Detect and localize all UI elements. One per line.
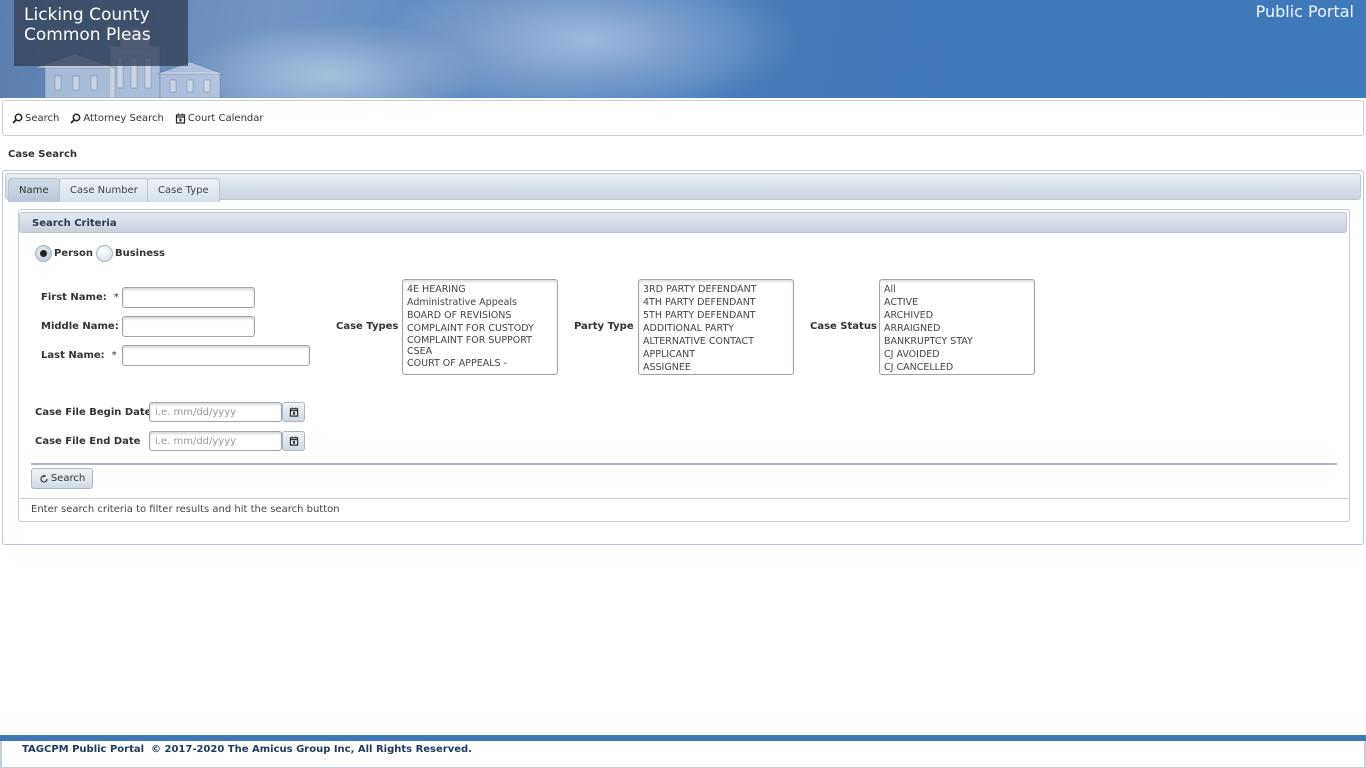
hint-divider: [19, 498, 1349, 499]
begin-date-calendar-button[interactable]: [282, 402, 305, 422]
first-name-input[interactable]: [122, 287, 255, 308]
business-radio[interactable]: [95, 245, 113, 262]
tab-case-type[interactable]: Case Type: [147, 178, 220, 202]
person-radio[interactable]: [35, 245, 52, 262]
calendar-icon: [289, 407, 298, 417]
begin-date-input[interactable]: [149, 402, 282, 422]
nav-attorney-search[interactable]: Attorney Search: [70, 113, 164, 124]
last-name-label: Last Name: *: [41, 350, 117, 361]
business-radio-label[interactable]: Business: [115, 248, 165, 259]
case-types-label: Case Types: [336, 321, 399, 332]
page-title: Case Search: [8, 149, 78, 160]
form-divider: [31, 463, 1337, 465]
person-radio-label[interactable]: Person: [54, 248, 93, 259]
court-logo[interactable]: Licking County Common Pleas: [14, 0, 188, 66]
main-nav: Search Attorney Search Court Calendar: [2, 100, 1364, 136]
last-name-input[interactable]: [122, 345, 310, 366]
party-type-option[interactable]: ALTERNATIVE CONTACT: [643, 335, 789, 348]
end-date-calendar-button[interactable]: [282, 431, 305, 451]
calendar-icon: [289, 436, 298, 446]
case-status-option[interactable]: CJ CANCELLED: [884, 361, 1030, 374]
radio-selected-dot: [40, 250, 47, 257]
case-type-option[interactable]: 4E HEARING: [407, 283, 553, 296]
search-criteria-header: Search Criteria: [19, 212, 1347, 233]
nav-search-label: Search: [25, 112, 60, 124]
party-type-label: Party Type: [574, 321, 634, 332]
end-date-label: Case File End Date: [35, 436, 141, 447]
search-button[interactable]: Search: [31, 468, 93, 489]
case-status-option[interactable]: CJ AVOIDED: [884, 348, 1030, 361]
required-marker: *: [111, 350, 117, 361]
case-type-option[interactable]: CSEA: [407, 346, 553, 357]
party-type-option[interactable]: 3RD PARTY DEFENDANT: [643, 283, 789, 296]
tab-case-number[interactable]: Case Number: [59, 178, 149, 202]
portal-title: Public Portal: [1255, 2, 1354, 21]
search-type-radio-group: Person Business: [35, 245, 165, 262]
footer: TAGCPM Public Portal © 2017-2020 The Ami…: [0, 741, 1366, 768]
party-type-option[interactable]: APPLICANT: [643, 348, 789, 361]
case-status-option[interactable]: All: [884, 283, 1030, 296]
search-icon: [12, 113, 23, 124]
end-date-input[interactable]: [149, 431, 282, 451]
case-status-listbox[interactable]: All ACTIVE ARCHIVED ARRAIGNED BANKRUPTCY…: [879, 279, 1035, 375]
calendar-icon: [175, 113, 185, 124]
search-button-label: Search: [50, 473, 86, 484]
search-hint: Enter search criteria to filter results …: [31, 504, 340, 515]
party-type-option[interactable]: ADDITIONAL PARTY: [643, 322, 789, 335]
required-marker: *: [113, 292, 119, 303]
search-criteria-panel: Search Criteria Person Business First Na…: [18, 209, 1350, 522]
nav-search[interactable]: Search: [12, 113, 59, 124]
case-types-listbox[interactable]: 4E HEARING Administrative Appeals BOARD …: [402, 279, 558, 375]
header-banner: Licking County Common Pleas Public Porta…: [0, 0, 1366, 98]
party-type-option[interactable]: 5TH PARTY DEFENDANT: [643, 309, 789, 322]
tab-name[interactable]: Name: [8, 178, 60, 202]
case-type-option[interactable]: COMPLAINT FOR SUPPORT: [407, 335, 553, 346]
first-name-label-text: First Name:: [41, 292, 107, 303]
court-name-line2: Common Pleas: [24, 25, 151, 45]
case-type-option[interactable]: COURT OF APPEALS -: [407, 357, 553, 370]
refresh-icon: [40, 474, 48, 483]
case-status-label: Case Status: [810, 321, 877, 332]
case-status-option[interactable]: BANKRUPTCY STAY: [884, 335, 1030, 348]
search-tabs: Name Case Number Case Type: [5, 173, 1361, 202]
footer-copyright: TAGCPM Public Portal © 2017-2020 The Ami…: [22, 744, 472, 755]
middle-name-label: Middle Name:: [41, 321, 119, 332]
party-type-option[interactable]: ASSIGNEE: [643, 361, 789, 374]
last-name-label-text: Last Name:: [41, 350, 105, 361]
case-type-option[interactable]: Administrative Appeals: [407, 296, 553, 309]
begin-date-label: Case File Begin Date: [35, 407, 152, 418]
court-name-line1: Licking County: [24, 5, 150, 25]
first-name-label: First Name: *: [41, 292, 119, 303]
nav-court-calendar-label: Court Calendar: [187, 112, 264, 124]
party-type-listbox[interactable]: 3RD PARTY DEFENDANT 4TH PARTY DEFENDANT …: [638, 279, 794, 375]
case-status-option[interactable]: ACTIVE: [884, 296, 1030, 309]
case-search-panel: Name Case Number Case Type Search Criter…: [2, 170, 1364, 545]
case-type-option[interactable]: BOARD OF REVISIONS: [407, 309, 553, 322]
middle-name-input[interactable]: [122, 316, 255, 337]
nav-attorney-search-label: Attorney Search: [83, 112, 164, 124]
search-icon: [70, 113, 81, 124]
party-type-option[interactable]: 4TH PARTY DEFENDANT: [643, 296, 789, 309]
case-type-option[interactable]: COMPLAINT FOR CUSTODY: [407, 322, 553, 335]
nav-court-calendar[interactable]: Court Calendar: [175, 113, 264, 124]
case-status-option[interactable]: ARCHIVED: [884, 309, 1030, 322]
case-status-option[interactable]: ARRAIGNED: [884, 322, 1030, 335]
